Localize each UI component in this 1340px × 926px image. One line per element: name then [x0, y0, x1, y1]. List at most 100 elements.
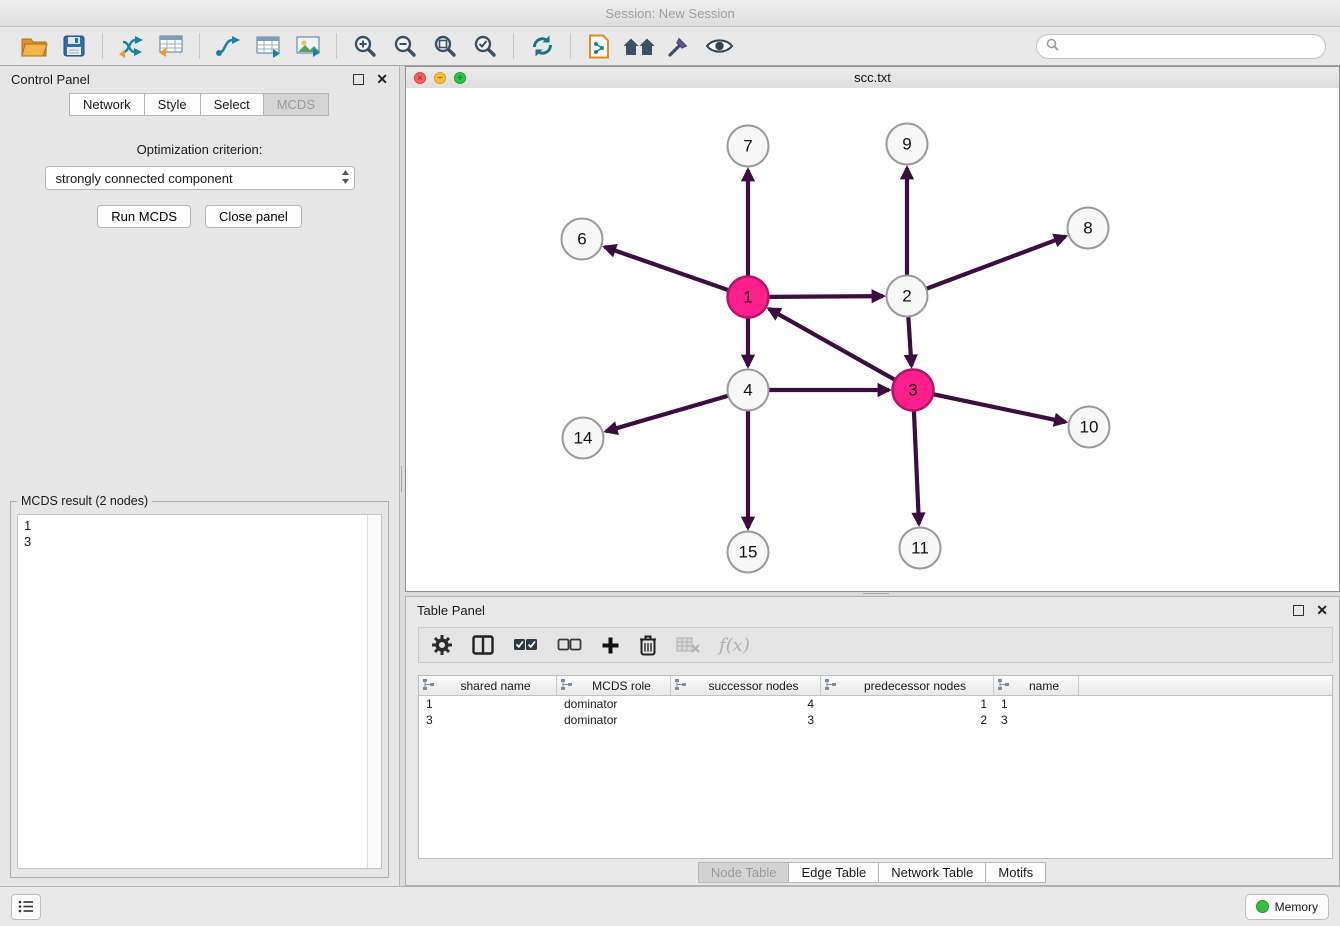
- table-settings-icon[interactable]: [431, 634, 453, 656]
- graph-node-6[interactable]: 6: [562, 219, 603, 260]
- zoom-out-icon[interactable]: [385, 30, 425, 62]
- graph-edge-3-1[interactable]: [769, 309, 895, 380]
- table-row[interactable]: 1 dominator 4 1 1: [419, 696, 1332, 712]
- result-scrollbar[interactable]: [367, 515, 381, 868]
- table-panel: Table Panel ✕: [405, 596, 1340, 886]
- graphics-details-icon[interactable]: [699, 30, 739, 62]
- deselect-all-icon[interactable]: [557, 637, 582, 653]
- graph-edge-3-10[interactable]: [934, 394, 1066, 422]
- graph-node-10[interactable]: 10: [1069, 407, 1110, 448]
- mcds-result-item[interactable]: 3: [24, 534, 375, 550]
- close-panel-button[interactable]: Close panel: [205, 205, 302, 228]
- network-window-titlebar[interactable]: × − + scc.txt: [406, 67, 1339, 89]
- import-table-icon[interactable]: [151, 30, 191, 62]
- cell-shared-name[interactable]: 1: [419, 697, 557, 711]
- search-box[interactable]: [1036, 34, 1326, 59]
- tab-network-table[interactable]: Network Table: [878, 862, 986, 883]
- graph-node-15[interactable]: 15: [728, 532, 769, 573]
- float-table-panel-icon[interactable]: [1293, 605, 1304, 616]
- zoom-fit-icon[interactable]: [425, 30, 465, 62]
- control-panel-title: Control Panel: [11, 72, 90, 87]
- graph-node-11[interactable]: 11: [900, 528, 941, 569]
- table-panel-title: Table Panel: [417, 603, 485, 618]
- cell-mcds-role[interactable]: dominator: [557, 713, 671, 727]
- graph-node-4[interactable]: 4: [728, 370, 769, 411]
- zoom-in-icon[interactable]: [345, 30, 385, 62]
- apply-style-icon[interactable]: [659, 30, 699, 62]
- graph-node-2[interactable]: 2: [887, 276, 928, 317]
- graph-node-1[interactable]: 1: [728, 277, 769, 318]
- memory-button[interactable]: Memory: [1245, 894, 1329, 920]
- control-panel-tabs: Network Style Select MCDS: [0, 93, 399, 116]
- tab-select[interactable]: Select: [200, 93, 264, 116]
- select-all-icon[interactable]: [513, 637, 538, 653]
- graph-node-9[interactable]: 9: [887, 124, 928, 165]
- column-header-mcds-role[interactable]: MCDS role: [557, 676, 671, 695]
- column-header-successor-nodes[interactable]: successor nodes: [671, 676, 821, 695]
- graph-edge-1-6[interactable]: [605, 247, 729, 290]
- mcds-result-list[interactable]: 1 3: [17, 514, 382, 869]
- new-network-icon[interactable]: [208, 30, 248, 62]
- list-icon: [18, 900, 34, 913]
- close-table-panel-icon[interactable]: ✕: [1316, 602, 1328, 619]
- mcds-result-group: MCDS result (2 nodes) 1 3: [10, 494, 389, 878]
- import-network-icon[interactable]: [111, 30, 151, 62]
- tab-mcds[interactable]: MCDS: [263, 93, 329, 116]
- close-control-panel-icon[interactable]: ✕: [376, 71, 388, 88]
- refresh-icon[interactable]: [522, 30, 562, 62]
- mcds-result-item[interactable]: 1: [24, 518, 375, 534]
- cell-name[interactable]: 3: [994, 713, 1079, 727]
- run-mcds-button[interactable]: Run MCDS: [97, 205, 191, 228]
- graph-edge-2-8[interactable]: [927, 236, 1066, 288]
- optimization-criterion-select[interactable]: strongly connected component: [45, 166, 355, 190]
- graph-node-14[interactable]: 14: [563, 418, 604, 459]
- float-panel-icon[interactable]: [353, 74, 364, 85]
- new-table-icon[interactable]: [248, 30, 288, 62]
- column-type-icon: [825, 679, 838, 693]
- open-session-icon[interactable]: [14, 30, 54, 62]
- svg-text:6: 6: [577, 230, 586, 249]
- graph-node-3[interactable]: 3: [893, 370, 934, 411]
- save-session-icon[interactable]: [54, 30, 94, 62]
- column-header-predecessor-nodes[interactable]: predecessor nodes: [821, 676, 994, 695]
- function-builder-icon[interactable]: f(x): [719, 635, 750, 656]
- cell-successor-nodes[interactable]: 3: [671, 713, 821, 727]
- add-column-icon[interactable]: [601, 636, 620, 655]
- cell-predecessor-nodes[interactable]: 1: [821, 697, 994, 711]
- tab-node-table[interactable]: Node Table: [698, 862, 790, 883]
- graph-node-8[interactable]: 8: [1068, 208, 1109, 249]
- delete-column-icon[interactable]: [639, 634, 657, 656]
- graph-node-7[interactable]: 7: [728, 126, 769, 167]
- delete-table-icon[interactable]: [676, 637, 700, 653]
- memory-button-label: Memory: [1275, 900, 1318, 914]
- tab-motifs[interactable]: Motifs: [985, 862, 1046, 883]
- svg-text:1: 1: [743, 288, 752, 307]
- cell-shared-name[interactable]: 3: [419, 713, 557, 727]
- show-columns-icon[interactable]: [472, 635, 494, 655]
- network-analyzer-icon[interactable]: [619, 30, 659, 62]
- clone-network-icon[interactable]: [579, 30, 619, 62]
- maximize-window-icon[interactable]: +: [454, 72, 466, 84]
- cell-predecessor-nodes[interactable]: 2: [821, 713, 994, 727]
- table-row[interactable]: 3 dominator 3 2 3: [419, 712, 1332, 728]
- network-canvas[interactable]: 7 9 6 8 1 2 4 3 14 10 15 11: [406, 88, 1339, 591]
- graph-edge-3-11[interactable]: [914, 411, 919, 524]
- cell-name[interactable]: 1: [994, 697, 1079, 711]
- tab-style[interactable]: Style: [144, 93, 201, 116]
- toolbar-separator: [199, 33, 200, 59]
- cell-successor-nodes[interactable]: 4: [671, 697, 821, 711]
- cell-mcds-role[interactable]: dominator: [557, 697, 671, 711]
- search-input[interactable]: [1065, 38, 1316, 55]
- export-image-icon[interactable]: [288, 30, 328, 62]
- column-header-name[interactable]: name: [994, 676, 1079, 695]
- task-history-button[interactable]: [11, 894, 41, 920]
- tab-edge-table[interactable]: Edge Table: [788, 862, 879, 883]
- column-header-shared-name[interactable]: shared name: [419, 676, 557, 695]
- graph-edge-1-2[interactable]: [769, 296, 883, 297]
- graph-edge-4-14[interactable]: [606, 396, 728, 431]
- zoom-selected-icon[interactable]: [465, 30, 505, 62]
- minimize-window-icon[interactable]: −: [434, 72, 446, 84]
- close-window-icon[interactable]: ×: [414, 72, 426, 84]
- tab-network[interactable]: Network: [69, 93, 145, 116]
- graph-edge-2-3[interactable]: [908, 317, 911, 366]
